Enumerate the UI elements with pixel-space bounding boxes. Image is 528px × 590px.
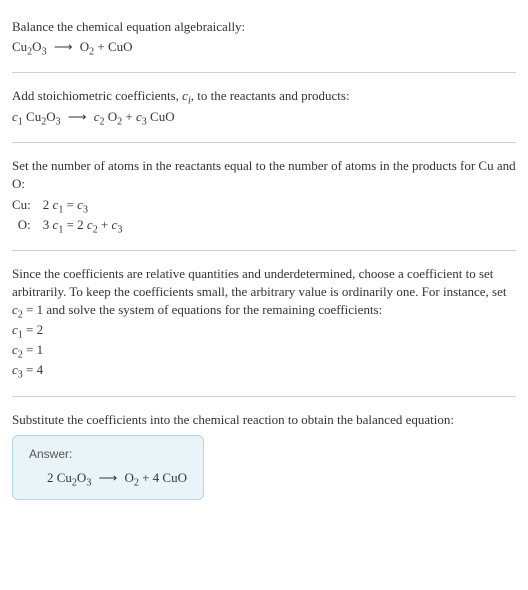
answer-box: Answer: 2 Cu2O3 ⟶ O2 + 4 CuO — [12, 435, 204, 500]
solution-line: c2 = 1 — [12, 341, 516, 359]
section-answer: Substitute the coefficients into the che… — [12, 401, 516, 510]
section-atom-balance: Set the number of atoms in the reactants… — [12, 147, 516, 246]
solution-line: c1 = 2 — [12, 321, 516, 339]
atom-balance-text: Set the number of atoms in the reactants… — [12, 157, 516, 193]
solution-line: c3 = 4 — [12, 361, 516, 379]
divider — [12, 396, 516, 397]
balance-equation: 3 c1 = 2 c2 + c3 — [37, 215, 129, 235]
table-row: O: 3 c1 = 2 c2 + c3 — [12, 215, 128, 235]
balance-equation: 2 c1 = c3 — [37, 195, 129, 215]
divider — [12, 72, 516, 73]
species-cu2o3: Cu2O3 — [12, 39, 47, 54]
reaction-arrow-icon: ⟶ — [95, 469, 122, 487]
section-coefficients: Add stoichiometric coefficients, ci, to … — [12, 77, 516, 137]
element-label: Cu: — [12, 195, 37, 215]
reaction-arrow-icon: ⟶ — [50, 38, 77, 56]
atom-balance-table: Cu: 2 c1 = c3 O: 3 c1 = 2 c2 + c3 — [12, 195, 128, 235]
section-solve: Since the coefficients are relative quan… — [12, 255, 516, 392]
divider — [12, 142, 516, 143]
balanced-equation: 2 Cu2O3 ⟶ O2 + 4 CuO — [29, 469, 187, 487]
answer-label: Answer: — [29, 446, 187, 463]
coefficients-text: Add stoichiometric coefficients, ci, to … — [12, 87, 516, 105]
solve-text: Since the coefficients are relative quan… — [12, 265, 516, 320]
unbalanced-equation: Cu2O3 ⟶ O2 + CuO — [12, 38, 516, 56]
element-label: O: — [12, 215, 37, 235]
species-o2: O2 — [80, 39, 94, 54]
species-cuo: CuO — [108, 39, 133, 54]
substitute-text: Substitute the coefficients into the che… — [12, 411, 516, 429]
table-row: Cu: 2 c1 = c3 — [12, 195, 128, 215]
reaction-arrow-icon: ⟶ — [64, 108, 91, 126]
section-intro: Balance the chemical equation algebraica… — [12, 8, 516, 68]
intro-text: Balance the chemical equation algebraica… — [12, 18, 516, 36]
symbol-ci: ci — [182, 88, 191, 103]
divider — [12, 250, 516, 251]
coefficient-equation: c1 Cu2O3 ⟶ c2 O2 + c3 CuO — [12, 108, 516, 126]
